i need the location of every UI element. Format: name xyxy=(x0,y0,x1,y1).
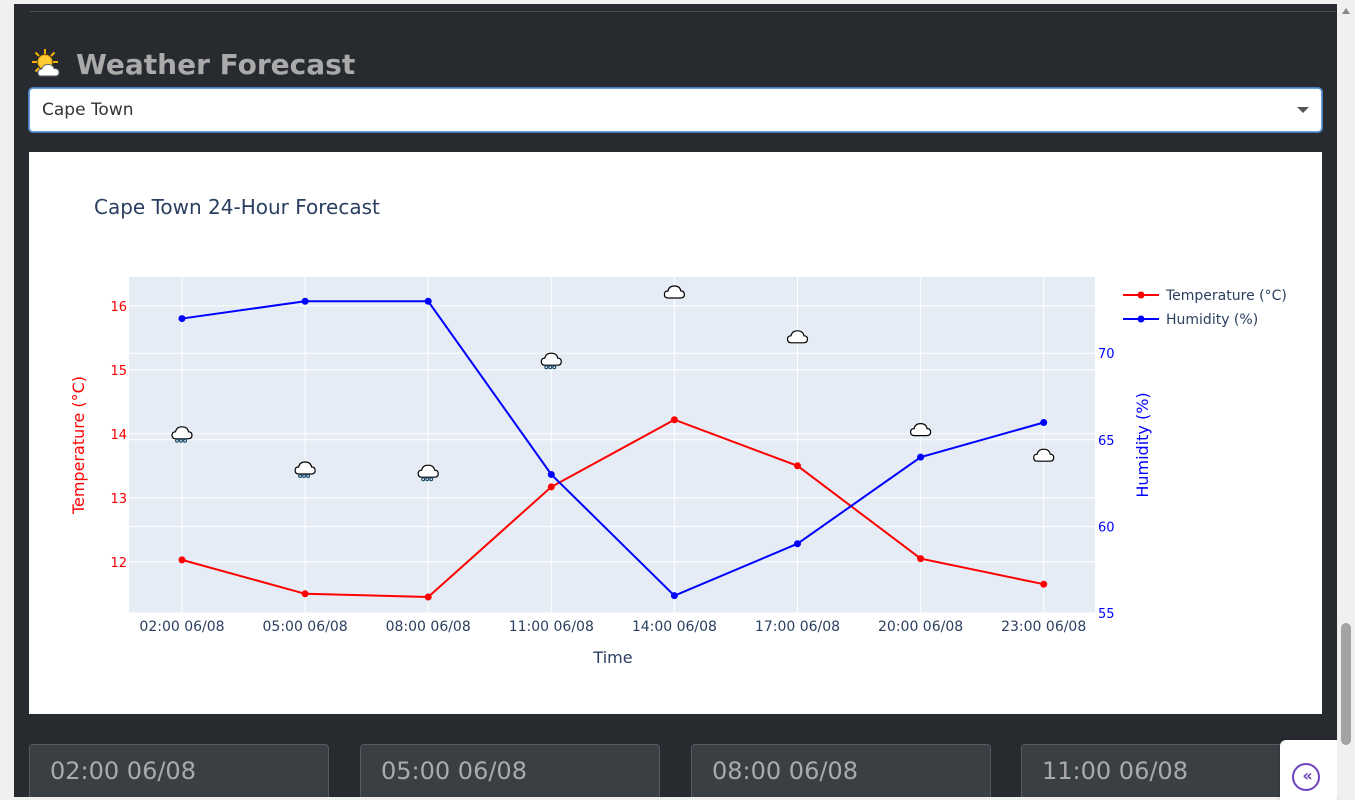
city-dropdown-value: Cape Town xyxy=(42,100,134,120)
plot-area xyxy=(129,277,1095,613)
header: Weather Forecast xyxy=(30,44,355,84)
forecast-card[interactable]: 11:00 06/08 xyxy=(1021,744,1321,797)
data-point xyxy=(917,453,925,461)
data-point xyxy=(301,590,309,598)
rain-drop xyxy=(183,438,187,443)
y1-axis-ticks: 12 13 14 15 16 xyxy=(110,300,127,571)
rain-drop xyxy=(421,477,426,482)
forecast-card-time: 11:00 06/08 xyxy=(1042,757,1188,785)
x-tick-label: 11:00 06/08 xyxy=(509,619,594,635)
data-point xyxy=(794,540,801,548)
y1-tick-label: 13 xyxy=(110,492,127,507)
y2-axis-ticks: 55 60 65 70 xyxy=(1098,347,1115,622)
chart-legend[interactable]: Temperature (°C) Humidity (%) xyxy=(1123,288,1287,328)
chevron-down-icon[interactable] xyxy=(1297,107,1309,113)
forecast-card[interactable]: 02:00 06/08 xyxy=(29,744,329,797)
x-tick-label: 23:00 06/08 xyxy=(1001,619,1086,635)
forecast-chart-svg: Cape Town 24-Hour Forecast 12 13 14 15 16 55… xyxy=(69,195,1287,667)
rain-drop xyxy=(544,365,549,370)
y2-tick-label: 60 xyxy=(1098,520,1115,535)
legend-marker xyxy=(1137,291,1145,299)
forecast-card-time: 05:00 06/08 xyxy=(381,757,527,785)
double-chevron-left-icon: « xyxy=(1292,763,1320,791)
legend-marker xyxy=(1137,315,1145,323)
legend-label: Humidity (%) xyxy=(1166,312,1258,328)
rain-drop xyxy=(298,473,303,478)
data-point xyxy=(670,592,678,600)
data-point xyxy=(547,483,555,491)
page-title: Weather Forecast xyxy=(76,47,356,81)
y2-tick-label: 70 xyxy=(1098,347,1115,362)
rain-drop xyxy=(306,473,311,478)
forecast-cards: 02:00 06/08 05:00 06/08 08:00 06/08 11:0… xyxy=(29,744,1329,797)
legend-label: Temperature (°C) xyxy=(1165,288,1287,304)
x-tick-label: 17:00 06/08 xyxy=(755,619,840,635)
rain-drop xyxy=(178,438,183,443)
y2-axis-label: Humidity (%) xyxy=(1133,392,1152,497)
data-point xyxy=(1040,580,1048,588)
x-tick-label: 08:00 06/08 xyxy=(386,619,471,635)
x-tick-label: 05:00 06/08 xyxy=(263,619,348,635)
y1-tick-label: 16 xyxy=(110,300,127,315)
y1-tick-label: 12 xyxy=(110,556,127,571)
forecast-card[interactable]: 08:00 06/08 xyxy=(691,744,991,797)
scroll-up-arrow-icon[interactable] xyxy=(1342,8,1350,14)
data-point xyxy=(547,470,555,478)
y2-tick-label: 55 xyxy=(1098,607,1115,622)
rain-drop xyxy=(425,477,430,482)
forecast-card-time: 02:00 06/08 xyxy=(50,757,196,785)
rain-drop xyxy=(302,473,307,478)
data-point xyxy=(917,555,925,563)
chart-title: Cape Town 24-Hour Forecast xyxy=(94,195,380,219)
x-tick-label: 02:00 06/08 xyxy=(139,619,224,635)
forecast-card[interactable]: 05:00 06/08 xyxy=(360,744,660,797)
y2-tick-label: 65 xyxy=(1098,434,1115,449)
page-scrollbar[interactable] xyxy=(1337,0,1355,797)
data-point xyxy=(424,593,432,601)
forecast-card-time: 08:00 06/08 xyxy=(712,757,858,785)
collapse-sidebar-button[interactable]: « xyxy=(1280,740,1337,800)
data-point xyxy=(178,556,186,564)
x-tick-label: 14:00 06/08 xyxy=(632,619,717,635)
city-dropdown[interactable]: Cape Town xyxy=(29,88,1322,132)
scrollbar-thumb[interactable] xyxy=(1341,623,1351,745)
rain-drop xyxy=(174,438,179,443)
data-point xyxy=(1040,418,1048,426)
app-window: Weather Forecast Cape Town Cape Town 24-… xyxy=(14,4,1337,797)
x-axis-label: Time xyxy=(592,648,632,667)
y1-axis-label: Temperature (°C) xyxy=(69,376,88,515)
y1-tick-label: 15 xyxy=(110,364,127,379)
data-point xyxy=(670,416,678,424)
data-point xyxy=(794,462,801,470)
y1-tick-label: 14 xyxy=(110,428,127,443)
divider xyxy=(30,11,1336,12)
sun-behind-cloud-icon xyxy=(30,47,64,81)
x-tick-label: 20:00 06/08 xyxy=(878,619,963,635)
data-point xyxy=(301,297,309,305)
rain-drop xyxy=(552,365,557,370)
forecast-chart: Cape Town 24-Hour Forecast 12 13 14 15 16 55… xyxy=(29,152,1322,714)
rain-drop xyxy=(548,365,553,370)
rain-drop xyxy=(429,477,434,482)
x-axis-ticks: 02:00 06/08 05:00 06/08 08:00 06/08 11:00 0… xyxy=(139,619,1086,635)
data-point xyxy=(178,315,186,323)
data-point xyxy=(424,297,432,305)
